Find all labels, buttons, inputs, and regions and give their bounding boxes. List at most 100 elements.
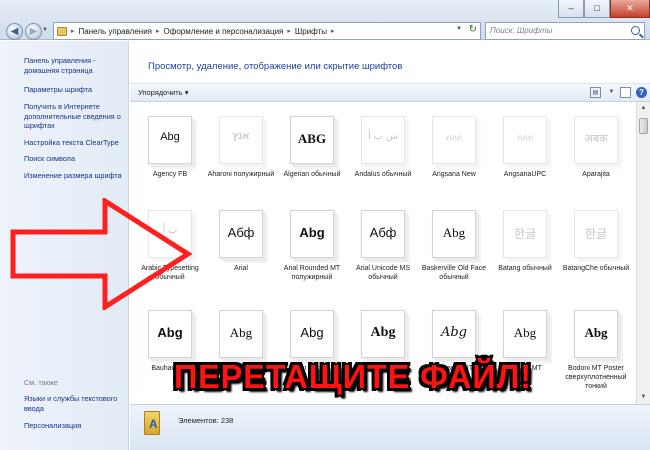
breadcrumb-separator[interactable]: ▸ (156, 27, 160, 35)
font-name: Arial (233, 265, 248, 272)
font-sample: Abg (299, 225, 325, 240)
breadcrumb-appearance[interactable]: Оформление и персонализация (164, 27, 284, 36)
change-view-icon[interactable]: ▤ (590, 87, 601, 98)
font-preview: 한글 (574, 210, 618, 258)
font-sample: ABG (297, 131, 327, 146)
search-input[interactable]: Поиск: Шрифты (485, 22, 645, 40)
font-name: Arial Rounded MT полужирный (283, 265, 341, 281)
organize-button[interactable]: Упорядочить ▾ (138, 88, 189, 97)
sidebar-item-get-font-info[interactable]: Получить в Интернете дополнительные свед… (24, 102, 126, 131)
font-sample: 한글 (513, 227, 537, 241)
font-tile-algerian[interactable]: ABG Algerian обычный (277, 106, 347, 208)
font-preview: Abg (290, 310, 334, 358)
font-preview: Abg (219, 310, 263, 358)
font-name: Aparajita (582, 171, 610, 178)
breadcrumb-separator[interactable]: ▸ (287, 27, 291, 35)
sidebar-item-font-settings[interactable]: Параметры шрифта (24, 85, 126, 95)
font-sample: 한글 (584, 227, 608, 241)
font-sample: ﺱ ﺏ ﺃ (368, 131, 398, 142)
sidebar-item-home[interactable]: Панель управления - домашняя страница (24, 56, 126, 75)
breadcrumb-separator[interactable]: ▸ (331, 27, 335, 35)
sidebar-item-find-character[interactable]: Поиск символа (24, 154, 126, 164)
sidebar-item-languages[interactable]: Языки и службы текстового ввода (24, 394, 126, 413)
font-tile-angsana-new[interactable]: ภฦฦ Angsana New (419, 106, 489, 208)
page-title[interactable]: Просмотр, удаление, отображение или скры… (148, 61, 402, 72)
font-name: Andalus обычный (354, 171, 412, 178)
font-preview: Abg (148, 310, 192, 358)
font-sample: Abg (370, 325, 396, 340)
font-preview: 한글 (503, 210, 547, 258)
font-tile-batangche[interactable]: 한글 BatangChe обычный (561, 200, 631, 302)
font-preview: Abg (503, 310, 547, 358)
font-sample: अबक (584, 133, 608, 145)
font-tile-angsanaupc[interactable]: ภฦฦ AngsanaUPC (490, 106, 560, 208)
font-name: Angsana New (432, 171, 476, 178)
font-preview: अबक (574, 116, 618, 164)
font-sample: ภฦฦ (446, 133, 462, 142)
font-sample: Abg (513, 325, 537, 340)
breadcrumb-control-panel[interactable]: Панель управления (79, 27, 153, 36)
font-preview: ภฦฦ (503, 116, 547, 164)
view-dropdown-icon[interactable]: ▼ (606, 87, 617, 98)
sidebar-item-change-font-size[interactable]: Изменение размера шрифта (24, 171, 126, 181)
font-sample: Abg (229, 325, 253, 340)
breadcrumb[interactable]: ▸ Панель управления ▸ Оформление и персо… (53, 22, 481, 40)
font-sample: Абф (227, 225, 255, 240)
chevron-down-icon: ▾ (184, 88, 189, 97)
command-bar: Упорядочить ▾ ▤ ▼ ? (130, 83, 650, 102)
font-name: Batang обычный (498, 265, 552, 272)
font-tile-arial[interactable]: Абф Arial (206, 200, 276, 302)
font-sample: Abg (300, 325, 324, 340)
drag-file-caption: ПЕРЕТАЩИТЕ ФАЙЛ! (173, 358, 533, 395)
font-tile-batang[interactable]: 한글 Batang обычный (490, 200, 560, 302)
font-sample: Abg (160, 131, 180, 143)
font-tile-aharoni[interactable]: אנץ Aharoni полужирный (206, 106, 276, 208)
font-preview: Abg (148, 116, 192, 164)
font-tile-baskerville[interactable]: Abg Baskerville Old Face обычный (419, 200, 489, 302)
font-preview: Abg (574, 310, 618, 358)
font-name: Agency FB (152, 171, 188, 178)
breadcrumb-fonts[interactable]: Шрифты (295, 27, 327, 36)
font-preview: ﺱ ﺏ ﺃ (361, 116, 405, 164)
font-sample: אנץ (232, 131, 250, 142)
preview-pane-icon[interactable] (620, 87, 631, 98)
item-count: Элементов: 238 (178, 416, 234, 425)
font-sample: ภฦฦ (517, 133, 533, 142)
font-preview: ภฦฦ (432, 116, 476, 164)
minimize-button[interactable]: – (558, 0, 584, 18)
details-pane (130, 404, 650, 450)
font-preview: Abg (432, 310, 476, 358)
font-name: Baskerville Old Face обычный (421, 265, 487, 281)
recent-pages-dropdown[interactable]: ▼ (42, 27, 48, 33)
scrollbar-thumb[interactable] (639, 118, 648, 134)
forward-button[interactable]: ▶ (25, 23, 42, 40)
font-preview: ABG (290, 116, 334, 164)
font-tile-andalus[interactable]: ﺱ ﺏ ﺃ Andalus обычный (348, 106, 418, 208)
font-name: Aharoni полужирный (207, 171, 275, 178)
sidebar-item-personalization[interactable]: Персонализация (24, 421, 126, 431)
font-preview: Абф (219, 210, 263, 258)
font-tile-arial-rounded[interactable]: Abg Arial Rounded MT полужирный (277, 200, 347, 302)
font-preview: Abg (432, 210, 476, 258)
font-tile-agency-fb[interactable]: Abg Agency FB (135, 106, 205, 208)
help-icon[interactable]: ? (636, 87, 647, 98)
font-sample: Abg (157, 325, 183, 340)
close-button[interactable]: ✕ (610, 0, 650, 18)
font-name: Arial Unicode MS обычный (355, 265, 411, 281)
search-icon[interactable] (631, 26, 640, 35)
refresh-icon[interactable]: ↻ (469, 24, 477, 35)
fonts-folder-icon: A (144, 411, 160, 435)
font-sample: Abg (442, 225, 466, 240)
font-preview: Abg (290, 210, 334, 258)
sidebar-item-cleartype[interactable]: Настройка текста ClearType (24, 138, 126, 148)
font-tile-arial-unicode[interactable]: Абф Arial Unicode MS обычный (348, 200, 418, 302)
font-name: AngsanaUPC (503, 171, 547, 178)
font-tile-aparajita[interactable]: अबक Aparajita (561, 106, 631, 208)
back-button[interactable]: ◀ (6, 23, 23, 40)
window-controls: – □ ✕ (558, 0, 650, 18)
font-preview: Abg (361, 310, 405, 358)
address-dropdown-icon[interactable]: ▼ (456, 26, 462, 32)
maximize-button[interactable]: □ (584, 0, 610, 18)
breadcrumb-separator[interactable]: ▸ (71, 27, 75, 35)
scroll-up-icon[interactable]: ▲ (637, 102, 650, 115)
